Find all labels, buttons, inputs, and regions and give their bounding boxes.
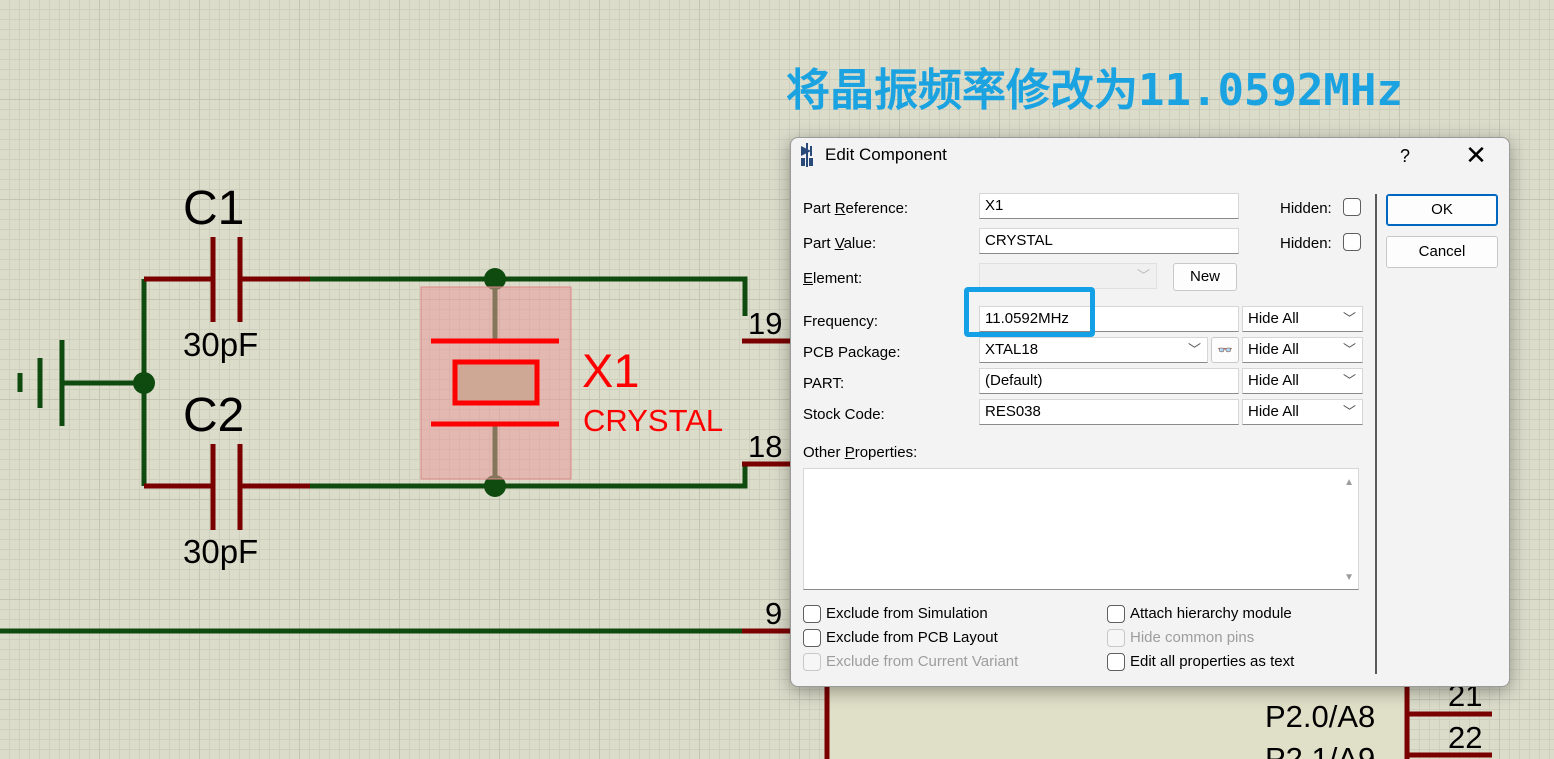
port-label-p20: P2.0/A8 xyxy=(1265,699,1375,734)
element-label: Element: xyxy=(803,270,863,287)
x1-ref-label: X1 xyxy=(582,344,640,397)
pin19-label: 19 xyxy=(748,306,782,341)
c1-ref-label: C1 xyxy=(183,182,244,235)
exclude-current-variant-label: Exclude from Current Variant xyxy=(826,653,1019,670)
dialog-titlebar[interactable]: Edit Component ? ✕ xyxy=(791,138,1509,172)
annotation-caption: 将晶振频率修改为11.0592MHz xyxy=(786,65,1403,116)
exclude-pcb-layout-label[interactable]: Exclude from PCB Layout xyxy=(826,629,998,646)
frequency-input[interactable]: 11.0592MHz xyxy=(979,306,1239,332)
attach-hierarchy-label[interactable]: Attach hierarchy module xyxy=(1130,605,1292,622)
part-reference-hidden-checkbox[interactable] xyxy=(1343,198,1361,216)
port-label-p21: P2.1/A9 xyxy=(1265,741,1375,759)
pcb-package-visibility-select[interactable]: Hide All ﹀ xyxy=(1242,337,1363,363)
ok-button[interactable]: OK xyxy=(1386,194,1498,226)
scroll-up-icon[interactable]: ▲ xyxy=(1344,477,1354,488)
help-button[interactable]: ? xyxy=(1391,142,1419,170)
pcb-package-select[interactable]: XTAL18 ﹀ xyxy=(979,337,1208,363)
part-reference-label: Part Reference: xyxy=(803,200,909,217)
element-select[interactable]: ﹀ xyxy=(979,263,1157,289)
edit-as-text-label[interactable]: Edit all properties as text xyxy=(1130,653,1294,670)
scroll-down-icon[interactable]: ▼ xyxy=(1344,572,1354,583)
frequency-label: Frequency: xyxy=(803,313,879,330)
frequency-visibility-select[interactable]: Hide All ﹀ xyxy=(1242,306,1363,332)
part-reference-hidden-label: Hidden: xyxy=(1280,200,1332,217)
x1-value-label: CRYSTAL xyxy=(583,403,723,438)
pin22-label: 22 xyxy=(1448,720,1482,755)
other-properties-textarea[interactable]: ▲ ▼ xyxy=(803,468,1359,590)
stock-code-input[interactable]: RES038 xyxy=(979,399,1239,425)
chevron-down-icon: ﹀ xyxy=(1342,342,1356,357)
stock-code-visibility-select[interactable]: Hide All ﹀ xyxy=(1242,399,1363,425)
dialog-title: Edit Component xyxy=(825,145,947,164)
exclude-pcb-layout-checkbox[interactable] xyxy=(803,629,821,647)
chevron-down-icon: ﹀ xyxy=(1136,268,1150,283)
part-value-hidden-label: Hidden: xyxy=(1280,235,1332,252)
exclude-simulation-checkbox[interactable] xyxy=(803,605,821,623)
x1-crystal-body xyxy=(452,359,540,406)
attach-hierarchy-checkbox[interactable] xyxy=(1107,605,1125,623)
hide-common-pins-checkbox xyxy=(1107,629,1125,647)
part-value-input[interactable]: CRYSTAL xyxy=(979,228,1239,254)
chevron-down-icon: ﹀ xyxy=(1342,373,1356,388)
binoculars-icon: 👓 xyxy=(1217,343,1233,357)
stock-code-label: Stock Code: xyxy=(803,406,885,423)
hide-common-pins-label: Hide common pins xyxy=(1130,629,1255,646)
pcb-package-label: PCB Package: xyxy=(803,344,901,361)
pin9-label: 9 xyxy=(765,596,782,631)
cancel-button[interactable]: Cancel xyxy=(1386,236,1498,268)
edit-as-text-checkbox[interactable] xyxy=(1107,653,1125,671)
chevron-down-icon: ﹀ xyxy=(1342,404,1356,419)
part-reference-input[interactable]: X1 xyxy=(979,193,1239,219)
package-browse-button[interactable]: 👓 xyxy=(1211,337,1239,363)
part-value-hidden-checkbox[interactable] xyxy=(1343,233,1361,251)
new-element-button[interactable]: New xyxy=(1173,263,1237,291)
other-properties-label: Other Properties: xyxy=(803,444,918,461)
component-icon xyxy=(801,143,813,167)
part-value-label: Part Value: xyxy=(803,235,877,252)
part-label: PART: xyxy=(803,375,845,392)
junction-dot xyxy=(133,372,155,394)
part-input[interactable]: (Default) xyxy=(979,368,1239,394)
edit-component-dialog: Edit Component ? ✕ Part Reference: X1 Hi… xyxy=(790,137,1510,687)
c1-value-label: 30pF xyxy=(183,326,258,363)
exclude-simulation-label[interactable]: Exclude from Simulation xyxy=(826,605,988,622)
part-visibility-select[interactable]: Hide All ﹀ xyxy=(1242,368,1363,394)
c2-ref-label: C2 xyxy=(183,389,244,442)
close-button[interactable]: ✕ xyxy=(1459,140,1493,170)
exclude-current-variant-checkbox xyxy=(803,653,821,671)
dialog-separator xyxy=(1375,194,1377,674)
pin18-label: 18 xyxy=(748,429,782,464)
c2-value-label: 30pF xyxy=(183,533,258,570)
chevron-down-icon: ﹀ xyxy=(1187,342,1201,357)
chevron-down-icon: ﹀ xyxy=(1342,311,1356,326)
